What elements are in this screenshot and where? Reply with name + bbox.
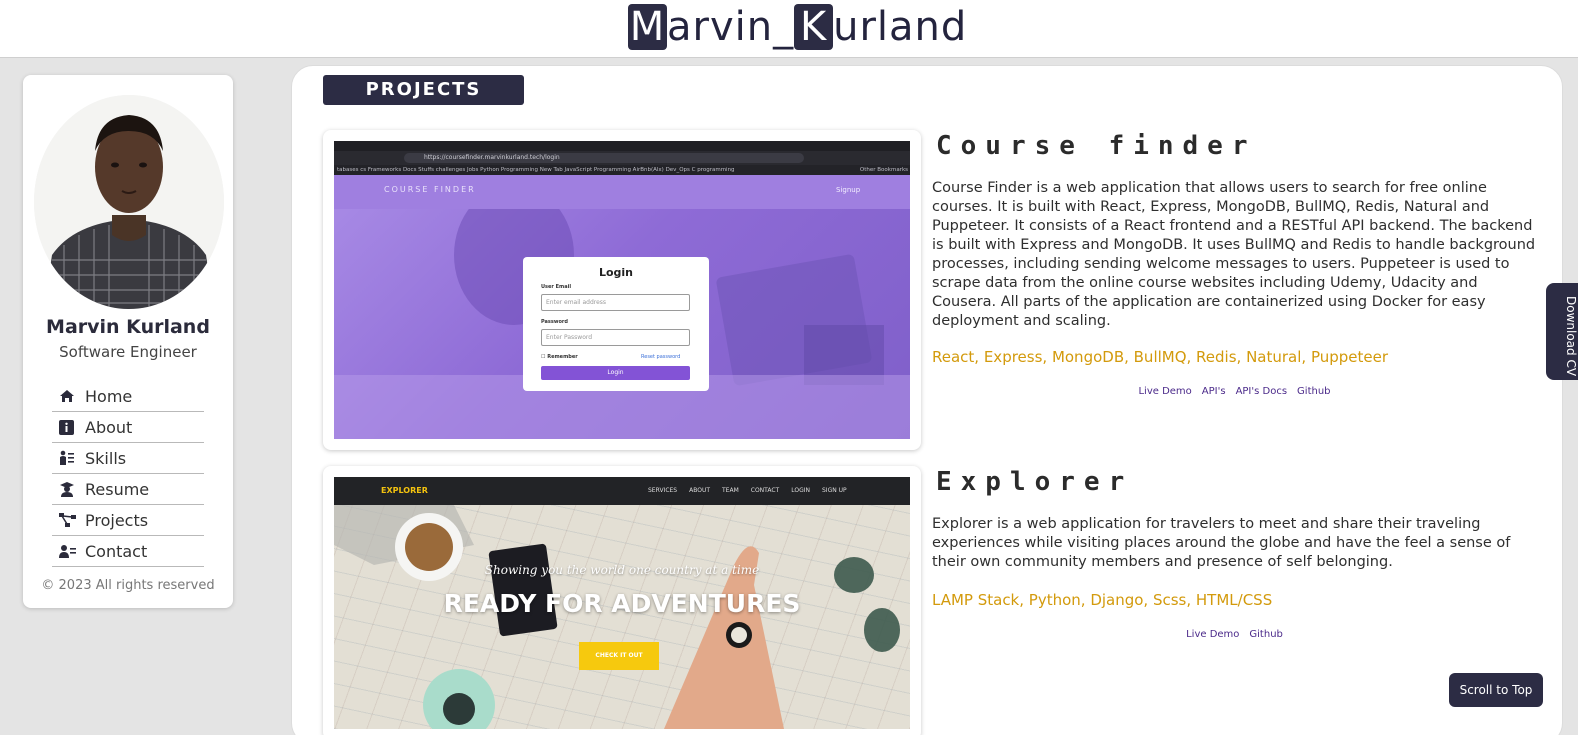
nav-services: SERVICES	[648, 487, 678, 494]
site-nav-links: SERVICES ABOUT TEAM CONTACT LOGIN SIGN U…	[648, 487, 847, 494]
profile-sidebar: Marvin Kurland Software Engineer Home Ab…	[23, 75, 233, 608]
browser-tab-strip	[334, 141, 910, 151]
top-bar: Marvin_ Kurland	[0, 0, 1578, 58]
site-logo: EXPLORER	[381, 486, 428, 495]
download-cv-button[interactable]: Download CV	[1546, 283, 1578, 380]
avatar	[34, 95, 224, 309]
browser-bookmarks: tabases cs Frameworks Docs Stuffs challe…	[334, 165, 910, 175]
live-demo-link[interactable]: Live Demo	[1186, 629, 1239, 640]
project-description: Explorer is a web application for travel…	[932, 516, 1511, 570]
home-icon	[52, 389, 85, 403]
bookmarks-text: tabases cs Frameworks Docs Stuffs challe…	[337, 167, 735, 173]
section-title: PROJECTS	[323, 75, 524, 105]
hero-button: CHECK IT OUT	[579, 642, 659, 670]
email-label: User Email	[541, 284, 572, 290]
sidebar-item-label: Home	[85, 386, 133, 406]
hero-headline: READY FOR ADVENTURES	[443, 589, 801, 618]
sidebar-item-home[interactable]: Home	[52, 381, 204, 412]
browser-url: https://coursefinder.marvinkurland.tech/…	[404, 153, 804, 163]
reset-password-link: Reset password	[641, 354, 681, 360]
live-demo-link[interactable]: Live Demo	[1138, 386, 1191, 397]
nav-contact: CONTACT	[750, 487, 780, 494]
brand-text-first: arvin_	[667, 4, 795, 50]
avatar-portrait	[34, 95, 224, 309]
project-description: Course Finder is a web application that …	[932, 180, 1536, 329]
login-card: Login User Email Enter email address Pas…	[523, 257, 709, 391]
sidebar-item-contact[interactable]: Contact	[52, 536, 204, 567]
contact-card-icon	[52, 544, 85, 558]
copyright: © 2023 All rights reserved	[41, 578, 215, 593]
apis-link[interactable]: API's	[1202, 386, 1226, 397]
sidebar-item-label: Contact	[85, 541, 148, 561]
profile-role: Software Engineer	[59, 343, 197, 361]
project-title: Course finder	[936, 131, 1257, 161]
course-finder-preview: https://coursefinder.marvinkurland.tech/…	[334, 141, 910, 439]
site-signup: Signup	[836, 186, 861, 194]
project-links: Live Demo Github	[932, 629, 1537, 640]
nav-team: TEAM	[722, 487, 739, 494]
sidebar-item-resume[interactable]: Resume	[52, 474, 204, 505]
nav-about: ABOUT	[689, 487, 711, 494]
site-logo: COURSE FINDER	[384, 185, 476, 194]
project-screenshot-course-finder[interactable]: https://coursefinder.marvinkurland.tech/…	[323, 130, 921, 450]
sidebar-item-label: Skills	[85, 448, 127, 468]
brand-initial-k: K	[794, 4, 834, 50]
remember-checkbox: ☐ Remember	[541, 354, 578, 360]
nav-login: LOGIN	[791, 487, 810, 494]
api-docs-link[interactable]: API's Docs	[1236, 386, 1287, 397]
sidebar-item-about[interactable]: About	[52, 412, 204, 443]
github-link[interactable]: Github	[1297, 386, 1330, 397]
skills-icon	[52, 450, 85, 466]
password-label: Password	[541, 319, 568, 325]
network-icon	[52, 513, 85, 527]
sidebar-item-projects[interactable]: Projects	[52, 505, 204, 536]
project-screenshot-explorer[interactable]: EXPLORER SERVICES ABOUT TEAM CONTACT LOG…	[323, 466, 921, 735]
sidebar-nav: Home About Skills Resume Projects Contac…	[52, 381, 204, 567]
email-field: Enter email address	[541, 294, 690, 311]
graduate-icon	[52, 481, 85, 497]
project-tech: React, Express, MongoDB, BullMQ, Redis, …	[932, 348, 1389, 366]
github-link[interactable]: Github	[1249, 629, 1282, 640]
hero-subtitle: Showing you the world one country at a t…	[484, 563, 760, 577]
project-title: Explorer	[936, 467, 1134, 497]
project-tech: LAMP Stack, Python, Django, Scss, HTML/C…	[932, 591, 1273, 609]
brand-initial-m: M	[628, 4, 667, 50]
other-bookmarks: Other Bookmarks	[859, 167, 908, 173]
explorer-preview: EXPLORER SERVICES ABOUT TEAM CONTACT LOG…	[334, 477, 910, 729]
sidebar-item-label: Resume	[85, 479, 150, 499]
sidebar-item-label: Projects	[85, 510, 149, 530]
brand-logo[interactable]: Marvin_ Kurland	[628, 4, 967, 50]
login-title: Login	[598, 266, 634, 279]
sidebar-item-skills[interactable]: Skills	[52, 443, 204, 474]
nav-signup: SIGN UP	[821, 487, 847, 494]
info-icon	[52, 419, 85, 435]
login-button: Login	[541, 366, 690, 380]
password-field: Enter Password	[541, 329, 690, 346]
scroll-to-top-button[interactable]: Scroll to Top	[1449, 673, 1543, 707]
brand-text-last: urland	[833, 4, 968, 50]
sidebar-item-label: About	[85, 417, 133, 437]
profile-name: Marvin Kurland	[46, 316, 210, 338]
project-links: Live Demo API's API's Docs Github	[932, 386, 1537, 397]
remember-label: Remember	[547, 354, 578, 360]
